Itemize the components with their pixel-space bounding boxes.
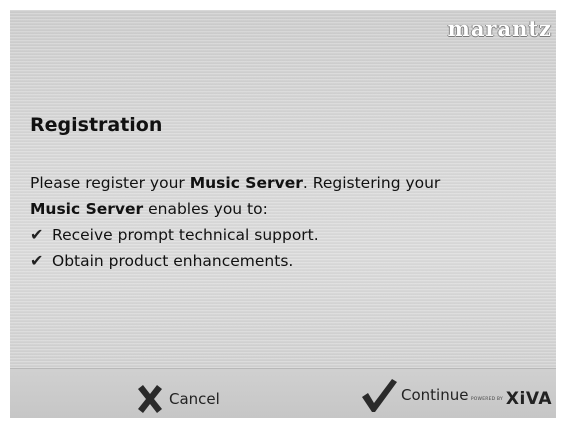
- xiva-badge: POWERED BY XiVA: [471, 389, 552, 409]
- marantz-logo: marantz: [447, 16, 552, 41]
- checkmark-icon: ✔: [30, 225, 44, 244]
- registration-message: Please register your Music Server. Regis…: [30, 170, 530, 274]
- benefit-item: ✔ Receive prompt technical support.: [30, 222, 530, 248]
- product-name: Music Server: [189, 174, 303, 192]
- x-icon: [138, 385, 162, 413]
- xiva-logo: XiVA: [505, 389, 552, 409]
- cancel-label: Cancel: [169, 390, 220, 408]
- continue-button[interactable]: Continue: [360, 377, 468, 413]
- powered-by-text: POWERED BY: [470, 396, 503, 402]
- page-title: Registration: [30, 114, 163, 136]
- intro-line-2: Music Server enables you to:: [30, 196, 530, 222]
- product-name: Music Server: [30, 200, 144, 218]
- benefit-text: Obtain product enhancements.: [52, 252, 294, 270]
- benefit-text: Receive prompt technical support.: [52, 226, 319, 244]
- checkmark-icon: ✔: [30, 251, 44, 270]
- registration-screen: marantz Registration Please register you…: [10, 10, 556, 418]
- checkmark-icon: [362, 379, 397, 412]
- intro-text-2: . Registering your: [302, 174, 441, 192]
- cancel-button[interactable]: Cancel: [134, 383, 220, 415]
- footer-bar: Cancel Continue POWERED BY XiVA: [10, 368, 556, 418]
- intro-text-1: Please register your: [30, 174, 190, 192]
- continue-label: Continue: [401, 386, 469, 404]
- intro-text-3: enables you to:: [143, 200, 268, 218]
- benefit-item: ✔ Obtain product enhancements.: [30, 248, 530, 274]
- intro-line-1: Please register your Music Server. Regis…: [30, 170, 530, 196]
